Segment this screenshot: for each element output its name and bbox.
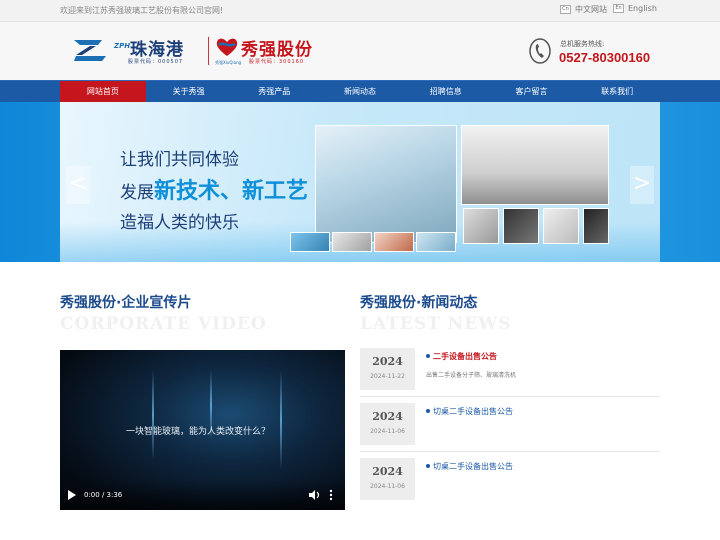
- welcome-text: 欢迎来到江苏秀强玻璃工艺股份有限公司官网!: [60, 6, 224, 15]
- news-summary: 出售二手设备分子筛、玻璃清洗机: [426, 372, 517, 379]
- news-date: 2024-11-22: [370, 373, 405, 380]
- news-item: 2024 2024-11-22 二手设备出售公告 出售二手设备分子筛、玻璃清洗机: [360, 348, 660, 397]
- news-bullet-icon: [426, 464, 430, 468]
- news-date-box: 2024 2024-11-06: [360, 403, 415, 445]
- news-section-title: 秀强股份·新闻动态: [360, 295, 478, 311]
- news-date: 2024-11-06: [370, 428, 405, 435]
- news-divider: [360, 451, 660, 452]
- banner-slogan-highlight: 新技术、新工艺: [154, 179, 309, 204]
- news-bullet-icon: [426, 354, 430, 358]
- top-bar: 欢迎来到江苏秀强玻璃工艺股份有限公司官网! Cn 中文网站 En English: [0, 0, 720, 22]
- lang-english-label: English: [628, 4, 657, 13]
- banner-mini-photo: [332, 232, 372, 252]
- news-year: 2024: [372, 355, 403, 368]
- news-year: 2024: [372, 410, 403, 423]
- hero-banner: 让我们共同体验 发展新技术、新工艺 造福人类的快乐 < >: [0, 102, 720, 262]
- banner-next-arrow-icon[interactable]: >: [630, 166, 654, 204]
- video-time: 0:00 / 3:36: [84, 491, 123, 499]
- main-nav: 网站首页 关于秀强 秀强产品 新闻动态 招聘信息 客户留言 联系我们: [0, 80, 720, 103]
- video-light-streak: [152, 370, 154, 460]
- news-title-link[interactable]: 切桌二手设备出售公告: [433, 461, 513, 472]
- video-section-title: 秀强股份·企业宣传片: [60, 295, 192, 311]
- banner-thumb: [463, 208, 499, 244]
- volume-icon[interactable]: [308, 489, 320, 501]
- hotline: 总机服务热线: 0527-80300160: [528, 36, 660, 70]
- chinese-flag-icon: Cn: [560, 5, 571, 14]
- zph-logo[interactable]: ZPH 珠海港 股票代码：000507: [72, 35, 202, 69]
- zph-logo-name: 珠海港: [130, 40, 184, 60]
- banner-slogan-line3: 造福人类的快乐: [120, 213, 239, 233]
- video-caption: 一块智能玻璃，能为人类改变什么？: [126, 427, 271, 437]
- banner-slogan-line2: 发展新技术、新工艺: [120, 173, 308, 205]
- news-section-title-en: LATEST NEWS: [360, 314, 512, 334]
- site-header: ZPH 珠海港 股票代码：000507 秀强股份 秀强XiuQiang 股票代码…: [0, 22, 720, 80]
- news-date: 2024-11-06: [370, 483, 405, 490]
- video-controls: 0:00 / 3:36: [60, 480, 345, 510]
- banner-thumb: [543, 208, 579, 244]
- more-options-icon[interactable]: [328, 489, 334, 501]
- banner-thumb: [583, 208, 609, 244]
- news-divider: [360, 396, 660, 397]
- hotline-number: 0527-80300160: [559, 50, 651, 65]
- news-bullet-icon: [426, 409, 430, 413]
- nav-jobs[interactable]: 招聘信息: [403, 81, 489, 103]
- banner-mini-photo: [290, 232, 330, 252]
- news-item: 2024 2024-11-06 切桌二手设备出售公告: [360, 458, 660, 506]
- xiuqiang-heart-icon: [216, 38, 238, 56]
- phone-icon: [529, 38, 551, 64]
- nav-contact[interactable]: 联系我们: [574, 81, 660, 103]
- news-date-box: 2024 2024-11-06: [360, 458, 415, 500]
- xiuqiang-logo[interactable]: 秀强股份 秀强XiuQiang 股票代码：300160: [215, 34, 325, 70]
- banner-slogan-prefix: 发展: [120, 183, 154, 203]
- banner-thumb: [503, 208, 539, 244]
- news-year: 2024: [372, 465, 403, 478]
- xiuqiang-logo-name: 秀强股份: [241, 40, 313, 60]
- banner-mini-photo: [416, 232, 456, 252]
- zph-stock-code: 股票代码：000507: [128, 59, 184, 65]
- lang-english-link[interactable]: En English: [613, 4, 657, 13]
- banner-robot-photo: [315, 125, 457, 243]
- zph-logo-mark-icon: [74, 40, 106, 61]
- zph-logo-letters: ZPH: [114, 42, 131, 50]
- xiuqiang-logo-tagline: 秀强XiuQiang: [215, 60, 242, 65]
- nav-news[interactable]: 新闻动态: [317, 81, 403, 103]
- english-flag-icon: En: [613, 4, 624, 13]
- hotline-label: 总机服务热线:: [560, 40, 605, 48]
- nav-about[interactable]: 关于秀强: [146, 81, 232, 103]
- news-item: 2024 2024-11-06 切桌二手设备出售公告: [360, 403, 660, 452]
- banner-kitchen-photo: [461, 125, 609, 205]
- news-title-link[interactable]: 二手设备出售公告: [433, 351, 497, 362]
- banner-mini-photo: [374, 232, 414, 252]
- video-light-streak: [280, 370, 282, 470]
- play-icon[interactable]: [68, 490, 76, 500]
- logo-divider: [208, 37, 209, 65]
- lang-chinese-link[interactable]: Cn 中文网站: [560, 4, 607, 15]
- banner-slogan-line1: 让我们共同体验: [120, 150, 239, 170]
- nav-feedback[interactable]: 客户留言: [489, 81, 575, 103]
- corporate-video-player[interactable]: 一块智能玻璃，能为人类改变什么？ 0:00 / 3:36: [60, 350, 345, 510]
- xiuqiang-stock-code: 股票代码：300160: [249, 59, 305, 65]
- nav-home[interactable]: 网站首页: [60, 81, 146, 103]
- lang-chinese-label: 中文网站: [575, 5, 607, 14]
- video-section-title-en: CORPORATE VIDEO: [60, 314, 267, 334]
- news-date-box: 2024 2024-11-22: [360, 348, 415, 390]
- news-title-link[interactable]: 切桌二手设备出售公告: [433, 406, 513, 417]
- nav-products[interactable]: 秀强产品: [231, 81, 317, 103]
- banner-prev-arrow-icon[interactable]: <: [66, 166, 90, 204]
